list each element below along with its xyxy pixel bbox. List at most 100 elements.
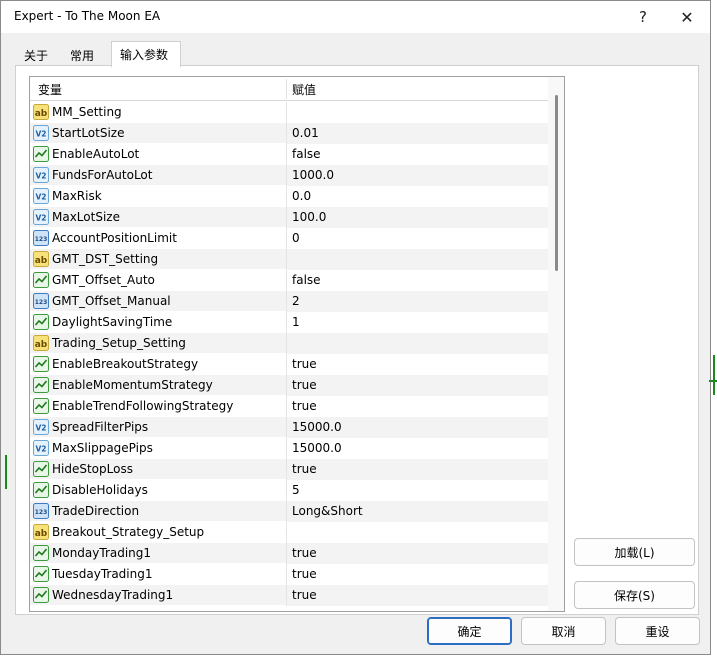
vertical-scrollbar[interactable] xyxy=(548,77,564,611)
table-row[interactable]: V2 FundsForAutoLot 1000.0 xyxy=(30,165,548,186)
ok-button[interactable]: 确定 xyxy=(427,617,512,645)
variable-value: 0.0 xyxy=(292,189,312,203)
value-cell[interactable]: true xyxy=(286,564,548,585)
variable-cell[interactable]: EnableMomentumStrategy xyxy=(30,375,286,396)
value-cell[interactable]: 15000.0 xyxy=(286,417,548,438)
table-row[interactable]: 123 AccountPositionLimit 0 xyxy=(30,228,548,249)
variable-cell[interactable]: 123 TradeDirection xyxy=(30,501,286,522)
table-row[interactable]: TuesdayTrading1 true xyxy=(30,564,548,585)
table-row[interactable]: EnableTrendFollowingStrategy true xyxy=(30,396,548,417)
variable-cell[interactable]: GMT_Offset_Auto xyxy=(30,270,286,291)
table-row[interactable]: EnableBreakoutStrategy true xyxy=(30,354,548,375)
value-cell[interactable]: 2 xyxy=(286,291,548,312)
variable-cell[interactable]: ab MM_Setting xyxy=(30,102,286,123)
table-row[interactable]: 123 TradeDirection Long&Short xyxy=(30,501,548,522)
variable-name: EnableBreakoutStrategy xyxy=(52,357,199,371)
table-row[interactable]: GMT_Offset_Auto false xyxy=(30,270,548,291)
variable-cell[interactable]: V2 MaxRisk xyxy=(30,186,286,207)
variable-cell[interactable]: ab GMT_DST_Setting xyxy=(30,249,286,270)
inputs-panel: 变量 赋值 ab MM_Setting V2 StartLotSize 0.01 Enab… xyxy=(15,65,699,615)
value-cell[interactable]: 5 xyxy=(286,480,548,501)
value-cell[interactable]: true xyxy=(286,354,548,375)
column-divider[interactable] xyxy=(286,79,287,99)
svg-text:V2: V2 xyxy=(35,214,46,223)
value-cell[interactable]: 100.0 xyxy=(286,207,548,228)
table-row[interactable]: V2 StartLotSize 0.01 xyxy=(30,123,548,144)
variable-cell[interactable]: MondayTrading1 xyxy=(30,543,286,564)
table-row[interactable]: V2 MaxSlippagePips 15000.0 xyxy=(30,438,548,459)
table-row[interactable]: DisableHolidays 5 xyxy=(30,480,548,501)
tab-about[interactable]: 关于 xyxy=(15,43,59,65)
table-row[interactable]: EnableAutoLot false xyxy=(30,144,548,165)
value-cell[interactable]: 15000.0 xyxy=(286,438,548,459)
variable-cell[interactable]: EnableBreakoutStrategy xyxy=(30,354,286,375)
scrollbar-thumb[interactable] xyxy=(555,95,558,271)
svg-text:V2: V2 xyxy=(35,172,46,181)
value-cell[interactable]: Long&Short xyxy=(286,501,548,522)
variable-value: 100.0 xyxy=(292,210,327,224)
variable-cell[interactable]: WednesdayTrading1 xyxy=(30,585,286,606)
value-cell[interactable]: true xyxy=(286,543,548,564)
variable-cell[interactable]: 123 GMT_Offset_Manual xyxy=(30,291,286,312)
value-cell[interactable]: 0.0 xyxy=(286,186,548,207)
table-row[interactable]: WednesdayTrading1 true xyxy=(30,585,548,606)
column-header-variable[interactable]: 变量 xyxy=(38,81,62,98)
table-row[interactable]: EnableMomentumStrategy true xyxy=(30,375,548,396)
value-cell[interactable]: false xyxy=(286,270,548,291)
tab-common[interactable]: 常用 xyxy=(61,43,111,65)
table-row[interactable]: ab Trading_Setup_Setting xyxy=(30,333,548,354)
value-cell[interactable]: true xyxy=(286,396,548,417)
variable-cell[interactable]: 123 AccountPositionLimit xyxy=(30,228,286,249)
table-row[interactable]: ab GMT_DST_Setting xyxy=(30,249,548,270)
chart-edge-line xyxy=(713,355,715,395)
table-row[interactable]: MondayTrading1 true xyxy=(30,543,548,564)
variable-cell[interactable]: V2 SpreadFilterPips xyxy=(30,417,286,438)
load-button[interactable]: 加载(L) xyxy=(574,538,695,566)
close-button[interactable]: ✕ xyxy=(665,1,709,33)
value-cell[interactable] xyxy=(286,333,548,354)
table-row[interactable]: V2 MaxRisk 0.0 xyxy=(30,186,548,207)
table-row[interactable]: DaylightSavingTime 1 xyxy=(30,312,548,333)
variable-cell[interactable]: V2 FundsForAutoLot xyxy=(30,165,286,186)
value-cell[interactable]: false xyxy=(286,144,548,165)
variable-cell[interactable]: ab Trading_Setup_Setting xyxy=(30,333,286,354)
help-button[interactable]: ? xyxy=(621,1,665,33)
variable-cell[interactable]: EnableTrendFollowingStrategy xyxy=(30,396,286,417)
variable-cell[interactable]: ab Breakout_Strategy_Setup xyxy=(30,522,286,543)
variable-name: GMT_Offset_Auto xyxy=(52,273,155,287)
variable-cell[interactable]: DaylightSavingTime xyxy=(30,312,286,333)
bool-type-icon xyxy=(33,461,49,477)
value-cell[interactable] xyxy=(286,522,548,543)
table-row[interactable]: ab MM_Setting xyxy=(30,102,548,123)
table-row[interactable]: 123 GMT_Offset_Manual 2 xyxy=(30,291,548,312)
value-cell[interactable]: true xyxy=(286,459,548,480)
value-cell[interactable]: 1000.0 xyxy=(286,165,548,186)
variable-cell[interactable]: V2 MaxLotSize xyxy=(30,207,286,228)
reset-button[interactable]: 重设 xyxy=(615,617,700,645)
variable-cell[interactable]: TuesdayTrading1 xyxy=(30,564,286,585)
value-cell[interactable]: 0 xyxy=(286,228,548,249)
value-cell[interactable]: true xyxy=(286,375,548,396)
variable-name: TradeDirection xyxy=(52,504,140,518)
double-type-icon: V2 xyxy=(33,188,49,204)
table-row[interactable]: V2 SpreadFilterPips 15000.0 xyxy=(30,417,548,438)
value-cell[interactable] xyxy=(286,249,548,270)
column-header-value[interactable]: 赋值 xyxy=(292,81,316,98)
variable-cell[interactable]: V2 MaxSlippagePips xyxy=(30,438,286,459)
variable-cell[interactable]: V2 StartLotSize xyxy=(30,123,286,144)
table-row[interactable]: ab Breakout_Strategy_Setup xyxy=(30,522,548,543)
save-button[interactable]: 保存(S) xyxy=(574,581,695,609)
value-cell[interactable]: true xyxy=(286,585,548,606)
variable-cell[interactable]: DisableHolidays xyxy=(30,480,286,501)
cancel-button[interactable]: 取消 xyxy=(521,617,606,645)
value-cell[interactable]: 0.01 xyxy=(286,123,548,144)
tab-inputs[interactable]: 输入参数 xyxy=(111,41,181,67)
variable-cell[interactable]: EnableAutoLot xyxy=(30,144,286,165)
value-cell[interactable] xyxy=(286,102,548,123)
table-row[interactable]: V2 MaxLotSize 100.0 xyxy=(30,207,548,228)
double-type-icon: V2 xyxy=(33,419,49,435)
table-row[interactable]: HideStopLoss true xyxy=(30,459,548,480)
value-cell[interactable]: 1 xyxy=(286,312,548,333)
variable-cell[interactable]: HideStopLoss xyxy=(30,459,286,480)
grid-rows: ab MM_Setting V2 StartLotSize 0.01 EnableAuto… xyxy=(30,102,548,606)
